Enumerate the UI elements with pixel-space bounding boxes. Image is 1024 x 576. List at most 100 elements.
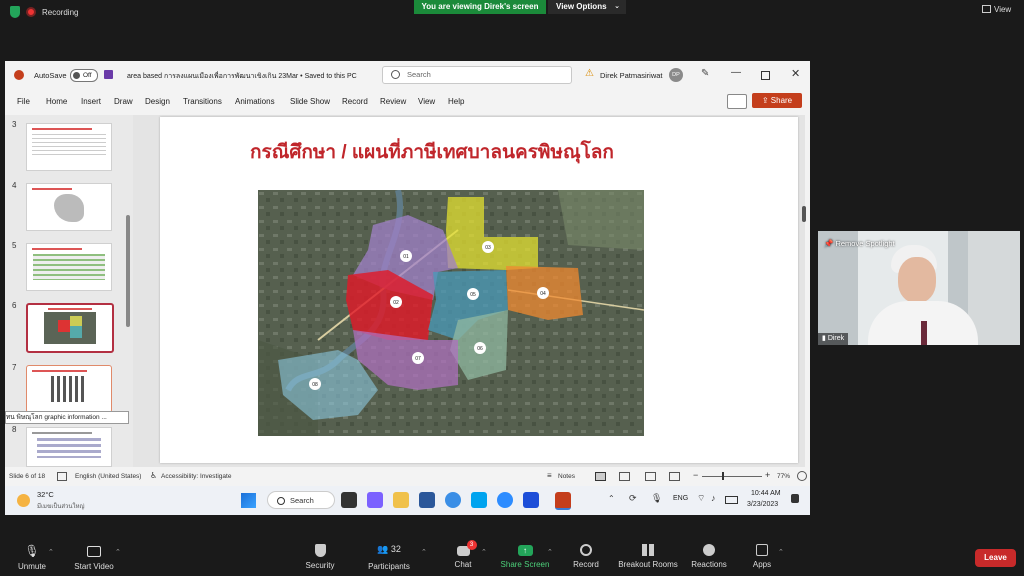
slide-thumbnail-6-selected[interactable]	[26, 303, 114, 353]
slide-title[interactable]: กรณีศึกษา / แผนที่ภาษีเทศบาลนครพิษณุโลก	[250, 137, 614, 167]
share-button[interactable]: ⇪ Share	[752, 93, 802, 108]
file-explorer-icon[interactable]	[393, 492, 409, 508]
zoom-slider-thumb[interactable]	[722, 472, 724, 480]
close-button[interactable]: ✕	[791, 67, 800, 80]
chevron-up-icon[interactable]: ⌃	[421, 548, 427, 556]
remove-spotlight-button[interactable]: 📌 Remove Spotlight	[824, 239, 895, 248]
slideshow-view-icon[interactable]	[669, 472, 680, 481]
clock-time[interactable]: 10:44 AM	[751, 490, 781, 497]
breakout-rooms-button[interactable]: Breakout Rooms	[614, 538, 682, 569]
chevron-up-icon[interactable]: ⌃	[115, 548, 121, 556]
teams-icon[interactable]	[367, 492, 383, 508]
minimize-button[interactable]: —	[731, 67, 741, 78]
taskbar-search[interactable]: Search	[267, 491, 335, 509]
task-view-icon[interactable]	[341, 492, 357, 508]
start-video-button[interactable]: Start Video	[70, 538, 118, 571]
unmute-button[interactable]: 🎙 Unmute	[12, 538, 52, 571]
tab-insert[interactable]: Insert	[81, 97, 101, 106]
comments-button[interactable]	[727, 94, 747, 109]
normal-view-icon[interactable]	[595, 472, 606, 481]
input-language[interactable]: ENG	[673, 495, 688, 502]
tab-draw[interactable]: Draw	[114, 97, 133, 106]
participants-button[interactable]: 👥 32 Participants	[364, 538, 414, 571]
chevron-up-icon[interactable]: ⌃	[481, 548, 487, 556]
slide-sorter-icon[interactable]	[619, 472, 630, 481]
weather-desc[interactable]: มีเมฆเป็นส่วนใหญ่	[37, 501, 85, 511]
notes-button[interactable]: Notes	[558, 473, 575, 480]
edge-icon[interactable]	[445, 492, 461, 508]
notes-icon: ≡	[547, 471, 552, 480]
chevron-up-icon[interactable]: ⌃	[547, 548, 553, 556]
user-avatar[interactable]: DP	[669, 68, 683, 82]
tab-record[interactable]: Record	[342, 97, 368, 106]
toggle-knob	[73, 72, 80, 79]
participant-video[interactable]: 📌 Remove Spotlight ▮ Direk	[818, 231, 1020, 345]
share-label: Share	[770, 96, 793, 105]
clock-date[interactable]: 3/23/2023	[747, 501, 778, 508]
slide-thumbnail-4[interactable]	[26, 183, 112, 231]
tab-file[interactable]: File	[17, 97, 30, 106]
pen-icon[interactable]: ✎	[701, 68, 709, 79]
chevron-up-icon[interactable]: ⌃	[608, 494, 615, 503]
apps-button[interactable]: Apps	[744, 538, 780, 569]
security-button[interactable]: Security	[300, 538, 340, 570]
reactions-button[interactable]: Reactions	[686, 538, 732, 569]
powerpoint-taskbar-icon[interactable]	[555, 492, 571, 510]
tab-review[interactable]: Review	[380, 97, 406, 106]
microphone-icon[interactable]: 🎙	[651, 493, 662, 504]
slide-thumbnail-7[interactable]	[26, 365, 112, 413]
accessibility-status[interactable]: Accessibility: Investigate	[161, 473, 231, 480]
zoom-in-button[interactable]: +	[765, 470, 770, 480]
document-title[interactable]: area based การลงแผนเมืองเพื่อการพัฒนาเขิ…	[127, 71, 357, 82]
battery-icon[interactable]	[725, 496, 738, 504]
photos-icon[interactable]	[471, 492, 487, 508]
tax-map-image[interactable]: 01 02 03 05 04 06 07 08	[258, 190, 644, 436]
wifi-icon[interactable]: ⌔	[697, 493, 705, 504]
spelling-icon[interactable]	[57, 472, 67, 481]
zoom-level[interactable]: 77%	[777, 473, 790, 480]
weather-temp[interactable]: 32°C	[37, 490, 54, 499]
participant-name-tag: ▮ Direk	[818, 333, 849, 345]
sync-icon[interactable]: ⟳	[629, 493, 637, 504]
slide-thumbnail-8[interactable]	[26, 427, 112, 467]
chevron-up-icon[interactable]: ⌃	[778, 548, 784, 556]
tab-design[interactable]: Design	[145, 97, 170, 106]
fit-slide-icon[interactable]	[797, 471, 807, 481]
restore-button[interactable]	[761, 71, 770, 80]
view-button[interactable]: View	[982, 5, 1011, 14]
zoom-out-button[interactable]: −	[693, 470, 698, 480]
reading-view-icon[interactable]	[645, 472, 656, 481]
chat-button[interactable]: 3 Chat	[446, 538, 480, 569]
share-screen-button[interactable]: ↑ Share Screen	[500, 538, 550, 569]
slide-thumbnail-5[interactable]	[26, 243, 112, 291]
speaker-icon[interactable]: ♪	[711, 493, 716, 503]
slide-thumbnail-3[interactable]	[26, 123, 112, 171]
thumbnail-scrollbar[interactable]	[126, 215, 130, 327]
current-slide[interactable]: กรณีศึกษา / แผนที่ภาษีเทศบาลนครพิษณุโลก	[160, 117, 798, 463]
warning-icon[interactable]: ⚠	[585, 68, 594, 79]
view-options-button[interactable]: View Options ⌄	[548, 0, 626, 14]
tab-slide-show[interactable]: Slide Show	[290, 97, 330, 106]
chevron-up-icon[interactable]: ⌃	[48, 548, 54, 556]
language-status[interactable]: English (United States)	[75, 473, 141, 480]
windows-start-icon[interactable]	[241, 493, 256, 508]
video-off-icon	[87, 546, 101, 557]
zoom-app-icon[interactable]	[497, 492, 513, 508]
participant-name: Direk	[827, 335, 845, 342]
notifications-icon[interactable]	[791, 494, 799, 503]
autosave-toggle[interactable]: Off	[70, 69, 98, 82]
record-button[interactable]: Record	[568, 538, 604, 569]
tab-view[interactable]: View	[418, 97, 435, 106]
user-name[interactable]: Direk Patmasiriwat	[600, 71, 663, 80]
search-input[interactable]: Search	[382, 66, 572, 84]
tab-help[interactable]: Help	[448, 97, 464, 106]
store-icon[interactable]	[419, 492, 435, 508]
tab-animations[interactable]: Animations	[235, 97, 275, 106]
zoom-slider[interactable]	[702, 476, 762, 477]
tab-transitions[interactable]: Transitions	[183, 97, 222, 106]
slide-scrollbar[interactable]	[802, 206, 806, 222]
tab-home[interactable]: Home	[46, 97, 67, 106]
save-icon[interactable]	[104, 70, 113, 79]
browser-icon[interactable]	[523, 492, 539, 508]
leave-button[interactable]: Leave	[975, 549, 1016, 567]
